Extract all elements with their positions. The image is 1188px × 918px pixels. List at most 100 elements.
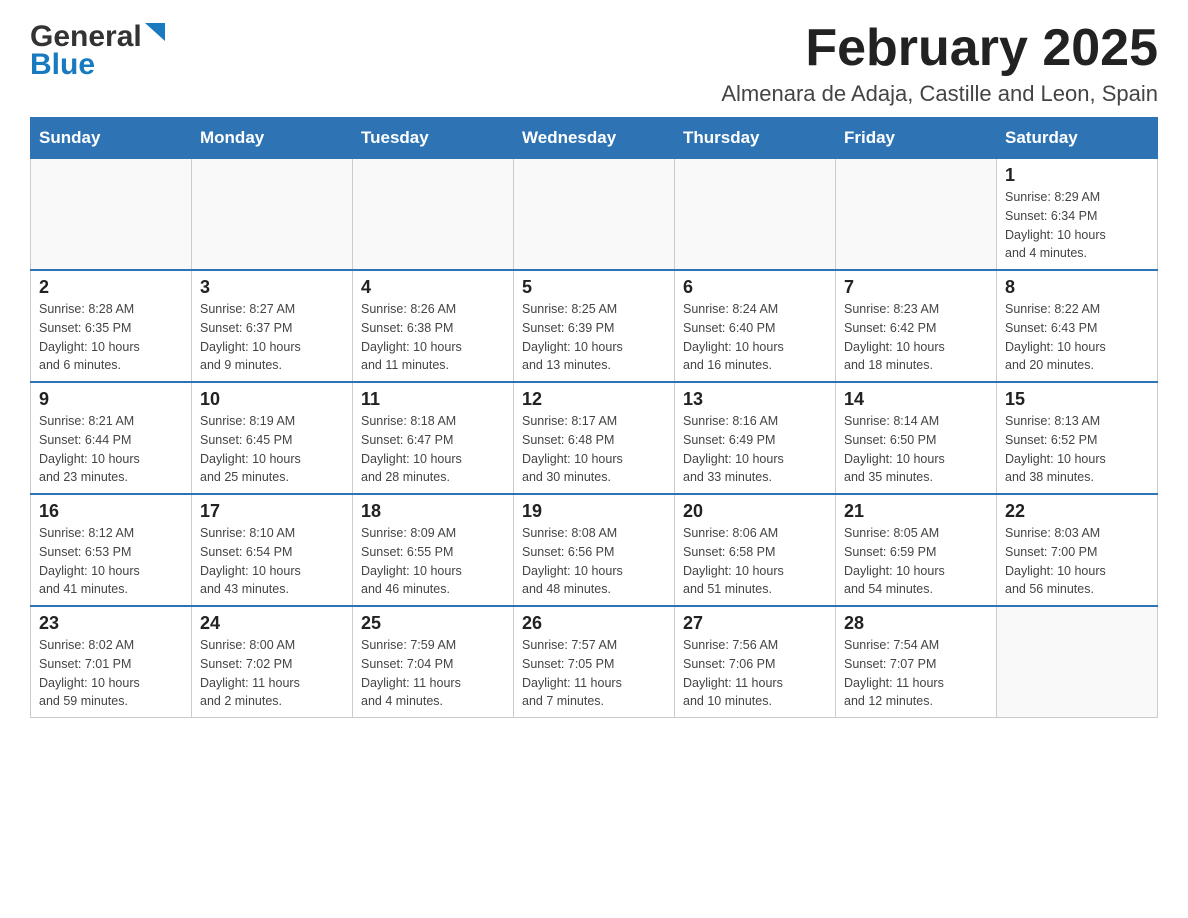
calendar-table: SundayMondayTuesdayWednesdayThursdayFrid… — [30, 117, 1158, 718]
day-number: 25 — [361, 613, 505, 634]
calendar-cell — [836, 159, 997, 271]
calendar-cell: 22Sunrise: 8:03 AM Sunset: 7:00 PM Dayli… — [997, 494, 1158, 606]
day-number: 16 — [39, 501, 183, 522]
calendar-cell: 20Sunrise: 8:06 AM Sunset: 6:58 PM Dayli… — [675, 494, 836, 606]
weekday-header-saturday: Saturday — [997, 118, 1158, 159]
weekday-header-sunday: Sunday — [31, 118, 192, 159]
calendar-cell: 11Sunrise: 8:18 AM Sunset: 6:47 PM Dayli… — [353, 382, 514, 494]
logo-arrow-icon — [145, 23, 165, 49]
logo-blue-text: Blue — [30, 48, 165, 82]
day-number: 9 — [39, 389, 183, 410]
calendar-cell: 9Sunrise: 8:21 AM Sunset: 6:44 PM Daylig… — [31, 382, 192, 494]
calendar-cell — [353, 159, 514, 271]
day-info: Sunrise: 8:08 AM Sunset: 6:56 PM Dayligh… — [522, 524, 666, 599]
day-number: 12 — [522, 389, 666, 410]
day-info: Sunrise: 8:09 AM Sunset: 6:55 PM Dayligh… — [361, 524, 505, 599]
weekday-header-tuesday: Tuesday — [353, 118, 514, 159]
day-info: Sunrise: 8:21 AM Sunset: 6:44 PM Dayligh… — [39, 412, 183, 487]
day-info: Sunrise: 7:57 AM Sunset: 7:05 PM Dayligh… — [522, 636, 666, 711]
weekday-header-row: SundayMondayTuesdayWednesdayThursdayFrid… — [31, 118, 1158, 159]
calendar-week-2: 2Sunrise: 8:28 AM Sunset: 6:35 PM Daylig… — [31, 270, 1158, 382]
day-number: 20 — [683, 501, 827, 522]
calendar-week-3: 9Sunrise: 8:21 AM Sunset: 6:44 PM Daylig… — [31, 382, 1158, 494]
day-info: Sunrise: 8:17 AM Sunset: 6:48 PM Dayligh… — [522, 412, 666, 487]
day-number: 4 — [361, 277, 505, 298]
calendar-cell: 5Sunrise: 8:25 AM Sunset: 6:39 PM Daylig… — [514, 270, 675, 382]
page-header: General Blue February 2025 Almenara de A… — [30, 20, 1158, 107]
day-info: Sunrise: 7:59 AM Sunset: 7:04 PM Dayligh… — [361, 636, 505, 711]
day-info: Sunrise: 8:03 AM Sunset: 7:00 PM Dayligh… — [1005, 524, 1149, 599]
day-info: Sunrise: 8:16 AM Sunset: 6:49 PM Dayligh… — [683, 412, 827, 487]
day-number: 11 — [361, 389, 505, 410]
calendar-cell: 2Sunrise: 8:28 AM Sunset: 6:35 PM Daylig… — [31, 270, 192, 382]
logo: General Blue — [30, 20, 165, 82]
weekday-header-monday: Monday — [192, 118, 353, 159]
day-number: 3 — [200, 277, 344, 298]
day-number: 2 — [39, 277, 183, 298]
weekday-header-friday: Friday — [836, 118, 997, 159]
weekday-header-wednesday: Wednesday — [514, 118, 675, 159]
day-info: Sunrise: 8:23 AM Sunset: 6:42 PM Dayligh… — [844, 300, 988, 375]
day-info: Sunrise: 8:13 AM Sunset: 6:52 PM Dayligh… — [1005, 412, 1149, 487]
day-info: Sunrise: 8:14 AM Sunset: 6:50 PM Dayligh… — [844, 412, 988, 487]
day-number: 7 — [844, 277, 988, 298]
day-info: Sunrise: 8:10 AM Sunset: 6:54 PM Dayligh… — [200, 524, 344, 599]
calendar-cell: 21Sunrise: 8:05 AM Sunset: 6:59 PM Dayli… — [836, 494, 997, 606]
day-info: Sunrise: 8:28 AM Sunset: 6:35 PM Dayligh… — [39, 300, 183, 375]
calendar-cell: 7Sunrise: 8:23 AM Sunset: 6:42 PM Daylig… — [836, 270, 997, 382]
day-info: Sunrise: 8:12 AM Sunset: 6:53 PM Dayligh… — [39, 524, 183, 599]
calendar-cell: 1Sunrise: 8:29 AM Sunset: 6:34 PM Daylig… — [997, 159, 1158, 271]
day-number: 18 — [361, 501, 505, 522]
day-number: 21 — [844, 501, 988, 522]
calendar-cell: 3Sunrise: 8:27 AM Sunset: 6:37 PM Daylig… — [192, 270, 353, 382]
calendar-cell: 6Sunrise: 8:24 AM Sunset: 6:40 PM Daylig… — [675, 270, 836, 382]
calendar-cell: 10Sunrise: 8:19 AM Sunset: 6:45 PM Dayli… — [192, 382, 353, 494]
day-info: Sunrise: 8:05 AM Sunset: 6:59 PM Dayligh… — [844, 524, 988, 599]
day-info: Sunrise: 8:27 AM Sunset: 6:37 PM Dayligh… — [200, 300, 344, 375]
calendar-cell: 8Sunrise: 8:22 AM Sunset: 6:43 PM Daylig… — [997, 270, 1158, 382]
location-subtitle: Almenara de Adaja, Castille and Leon, Sp… — [721, 81, 1158, 107]
calendar-week-1: 1Sunrise: 8:29 AM Sunset: 6:34 PM Daylig… — [31, 159, 1158, 271]
calendar-cell: 12Sunrise: 8:17 AM Sunset: 6:48 PM Dayli… — [514, 382, 675, 494]
calendar-cell: 13Sunrise: 8:16 AM Sunset: 6:49 PM Dayli… — [675, 382, 836, 494]
day-info: Sunrise: 7:54 AM Sunset: 7:07 PM Dayligh… — [844, 636, 988, 711]
calendar-cell: 23Sunrise: 8:02 AM Sunset: 7:01 PM Dayli… — [31, 606, 192, 718]
calendar-cell — [192, 159, 353, 271]
calendar-cell: 16Sunrise: 8:12 AM Sunset: 6:53 PM Dayli… — [31, 494, 192, 606]
day-number: 24 — [200, 613, 344, 634]
title-section: February 2025 Almenara de Adaja, Castill… — [721, 20, 1158, 107]
day-number: 14 — [844, 389, 988, 410]
weekday-header-thursday: Thursday — [675, 118, 836, 159]
calendar-cell — [31, 159, 192, 271]
calendar-cell: 28Sunrise: 7:54 AM Sunset: 7:07 PM Dayli… — [836, 606, 997, 718]
calendar-cell: 26Sunrise: 7:57 AM Sunset: 7:05 PM Dayli… — [514, 606, 675, 718]
day-number: 27 — [683, 613, 827, 634]
calendar-cell: 24Sunrise: 8:00 AM Sunset: 7:02 PM Dayli… — [192, 606, 353, 718]
day-number: 1 — [1005, 165, 1149, 186]
day-info: Sunrise: 8:25 AM Sunset: 6:39 PM Dayligh… — [522, 300, 666, 375]
calendar-cell: 18Sunrise: 8:09 AM Sunset: 6:55 PM Dayli… — [353, 494, 514, 606]
day-number: 23 — [39, 613, 183, 634]
calendar-cell: 19Sunrise: 8:08 AM Sunset: 6:56 PM Dayli… — [514, 494, 675, 606]
day-number: 17 — [200, 501, 344, 522]
day-number: 15 — [1005, 389, 1149, 410]
day-number: 26 — [522, 613, 666, 634]
calendar-cell: 25Sunrise: 7:59 AM Sunset: 7:04 PM Dayli… — [353, 606, 514, 718]
day-info: Sunrise: 8:18 AM Sunset: 6:47 PM Dayligh… — [361, 412, 505, 487]
day-info: Sunrise: 8:29 AM Sunset: 6:34 PM Dayligh… — [1005, 188, 1149, 263]
day-info: Sunrise: 8:24 AM Sunset: 6:40 PM Dayligh… — [683, 300, 827, 375]
day-number: 5 — [522, 277, 666, 298]
calendar-cell — [514, 159, 675, 271]
calendar-week-4: 16Sunrise: 8:12 AM Sunset: 6:53 PM Dayli… — [31, 494, 1158, 606]
calendar-cell — [997, 606, 1158, 718]
day-info: Sunrise: 8:06 AM Sunset: 6:58 PM Dayligh… — [683, 524, 827, 599]
day-number: 13 — [683, 389, 827, 410]
calendar-cell: 17Sunrise: 8:10 AM Sunset: 6:54 PM Dayli… — [192, 494, 353, 606]
day-info: Sunrise: 8:22 AM Sunset: 6:43 PM Dayligh… — [1005, 300, 1149, 375]
day-number: 8 — [1005, 277, 1149, 298]
calendar-cell — [675, 159, 836, 271]
day-number: 10 — [200, 389, 344, 410]
day-info: Sunrise: 8:02 AM Sunset: 7:01 PM Dayligh… — [39, 636, 183, 711]
calendar-cell: 15Sunrise: 8:13 AM Sunset: 6:52 PM Dayli… — [997, 382, 1158, 494]
calendar-cell: 14Sunrise: 8:14 AM Sunset: 6:50 PM Dayli… — [836, 382, 997, 494]
